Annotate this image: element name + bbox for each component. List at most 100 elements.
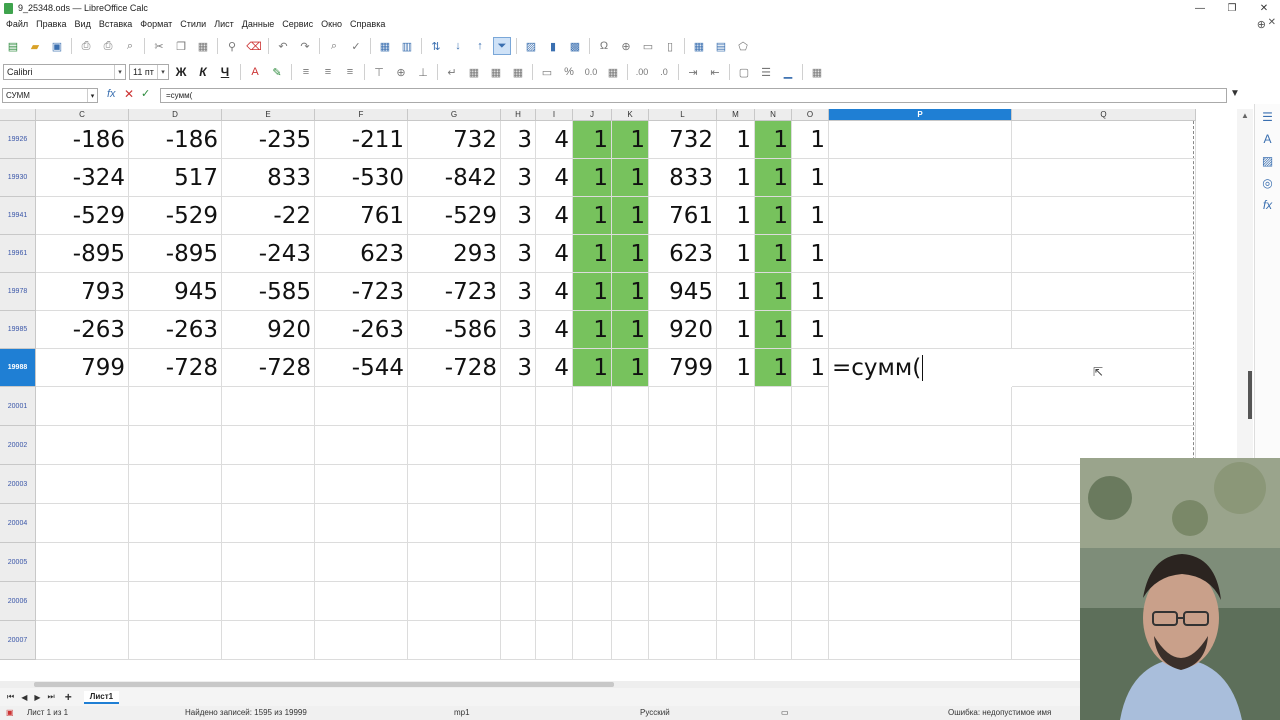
- grid-cell[interactable]: [1012, 159, 1196, 197]
- row-header[interactable]: 20006: [0, 582, 36, 621]
- number-format-button[interactable]: 0.0: [582, 63, 600, 81]
- grid-cell[interactable]: [717, 582, 755, 621]
- grid-cell[interactable]: [1012, 311, 1196, 349]
- close-document-icon[interactable]: ✕: [1268, 17, 1276, 28]
- column-header-d[interactable]: D: [129, 109, 222, 121]
- globe-icon[interactable]: ⊕: [1257, 18, 1266, 31]
- grid-cell[interactable]: [755, 582, 792, 621]
- grid-cell[interactable]: [36, 543, 129, 582]
- grid-cell[interactable]: [649, 543, 717, 582]
- grid-cell[interactable]: [755, 465, 792, 504]
- grid-cell[interactable]: -895: [129, 235, 222, 273]
- grid-cell[interactable]: 4: [536, 197, 573, 235]
- grid-cell[interactable]: 3: [501, 235, 536, 273]
- font-color-icon[interactable]: A: [246, 63, 264, 81]
- sort-descending-icon[interactable]: ↑: [471, 37, 489, 55]
- grid-cell[interactable]: 1: [755, 349, 792, 387]
- column-header-c[interactable]: C: [36, 109, 129, 121]
- grid-cell[interactable]: 1: [792, 349, 829, 387]
- grid-cell[interactable]: [315, 426, 408, 465]
- grid-cell[interactable]: [315, 387, 408, 426]
- grid-cell[interactable]: 1: [717, 121, 755, 159]
- column-header-q[interactable]: Q: [1012, 109, 1196, 121]
- align-top-icon[interactable]: ⊤: [370, 63, 388, 81]
- align-center-icon[interactable]: ≡: [319, 63, 337, 81]
- grid-cell[interactable]: 1: [612, 121, 649, 159]
- grid-cell[interactable]: [1012, 235, 1196, 273]
- grid-cell[interactable]: 1: [717, 349, 755, 387]
- grid-cell[interactable]: 3: [501, 349, 536, 387]
- grid-cell[interactable]: [829, 543, 1012, 582]
- grid-cell[interactable]: [1012, 387, 1196, 426]
- grid-cell[interactable]: 1: [573, 273, 612, 311]
- grid-cell[interactable]: 4: [536, 159, 573, 197]
- grid-cell[interactable]: 1: [792, 159, 829, 197]
- row-header[interactable]: 20001: [0, 387, 36, 426]
- row-header[interactable]: 20007: [0, 621, 36, 660]
- grid-cell[interactable]: [408, 504, 501, 543]
- grid-cell[interactable]: [536, 582, 573, 621]
- sort-ascending-icon[interactable]: ↓: [449, 37, 467, 55]
- grid-cell[interactable]: [755, 426, 792, 465]
- grid-cell[interactable]: [792, 426, 829, 465]
- grid-cell[interactable]: -263: [315, 311, 408, 349]
- grid-cell[interactable]: [573, 387, 612, 426]
- increase-indent-icon[interactable]: ⇥: [684, 63, 702, 81]
- autofilter-icon[interactable]: ⏷: [493, 37, 511, 55]
- grid-cell[interactable]: [315, 504, 408, 543]
- functions-icon[interactable]: fx: [1259, 196, 1277, 214]
- grid-cell[interactable]: 761: [649, 197, 717, 235]
- grid-cell[interactable]: 799: [649, 349, 717, 387]
- print-preview-icon[interactable]: ⌕: [121, 37, 139, 55]
- grid-cell[interactable]: -530: [315, 159, 408, 197]
- grid-cell[interactable]: [717, 543, 755, 582]
- grid-cell[interactable]: [501, 543, 536, 582]
- grid-cell[interactable]: [573, 504, 612, 543]
- grid-cell[interactable]: 1: [755, 121, 792, 159]
- grid-cell[interactable]: 4: [536, 121, 573, 159]
- grid-cell[interactable]: [222, 582, 315, 621]
- grid-cell[interactable]: -235: [222, 121, 315, 159]
- column-header-p[interactable]: P: [829, 109, 1012, 121]
- grid-cell[interactable]: -728: [408, 349, 501, 387]
- column-header-e[interactable]: E: [222, 109, 315, 121]
- grid-cell[interactable]: 732: [408, 121, 501, 159]
- selection-mode-icon[interactable]: ▭: [781, 708, 789, 717]
- status-language[interactable]: Русский: [640, 708, 670, 717]
- grid-cell[interactable]: 4: [536, 273, 573, 311]
- grid-cell[interactable]: [501, 582, 536, 621]
- grid-cell[interactable]: 3: [501, 121, 536, 159]
- grid-cell[interactable]: [222, 504, 315, 543]
- grid-cell[interactable]: -529: [408, 197, 501, 235]
- grid-cell[interactable]: [755, 621, 792, 660]
- grid-cell[interactable]: 920: [649, 311, 717, 349]
- grid-cell[interactable]: [408, 465, 501, 504]
- find-replace-icon[interactable]: ⌕: [325, 37, 343, 55]
- grid-cell[interactable]: [792, 504, 829, 543]
- grid-cell[interactable]: 1: [792, 121, 829, 159]
- underline-button[interactable]: Ч: [215, 63, 235, 81]
- grid-cell[interactable]: [129, 387, 222, 426]
- grid-cell[interactable]: [717, 465, 755, 504]
- highlight-color-icon[interactable]: ✎: [268, 63, 286, 81]
- grid-cell[interactable]: 4: [536, 311, 573, 349]
- grid-cell[interactable]: [717, 426, 755, 465]
- grid-cell[interactable]: -211: [315, 121, 408, 159]
- grid-cell[interactable]: 3: [501, 273, 536, 311]
- grid-cell[interactable]: [612, 465, 649, 504]
- grid-cell[interactable]: 1: [792, 311, 829, 349]
- grid-cell[interactable]: [36, 426, 129, 465]
- grid-cell[interactable]: [573, 465, 612, 504]
- grid-cell[interactable]: [717, 621, 755, 660]
- grid-cell[interactable]: -263: [129, 311, 222, 349]
- status-page-style[interactable]: mp1: [454, 708, 470, 717]
- grid-cell[interactable]: [129, 426, 222, 465]
- grid-cell[interactable]: [536, 621, 573, 660]
- grid-cell[interactable]: [501, 465, 536, 504]
- spreadsheet-grid[interactable]: C D E F G H I J K L M N O P Q 19926 -186 -186 -235 -211 732 3…: [0, 109, 1237, 681]
- grid-cell[interactable]: [36, 387, 129, 426]
- grid-cell[interactable]: -243: [222, 235, 315, 273]
- grid-cell[interactable]: 1: [717, 311, 755, 349]
- grid-cell[interactable]: 1: [573, 197, 612, 235]
- grid-cell[interactable]: 1: [612, 159, 649, 197]
